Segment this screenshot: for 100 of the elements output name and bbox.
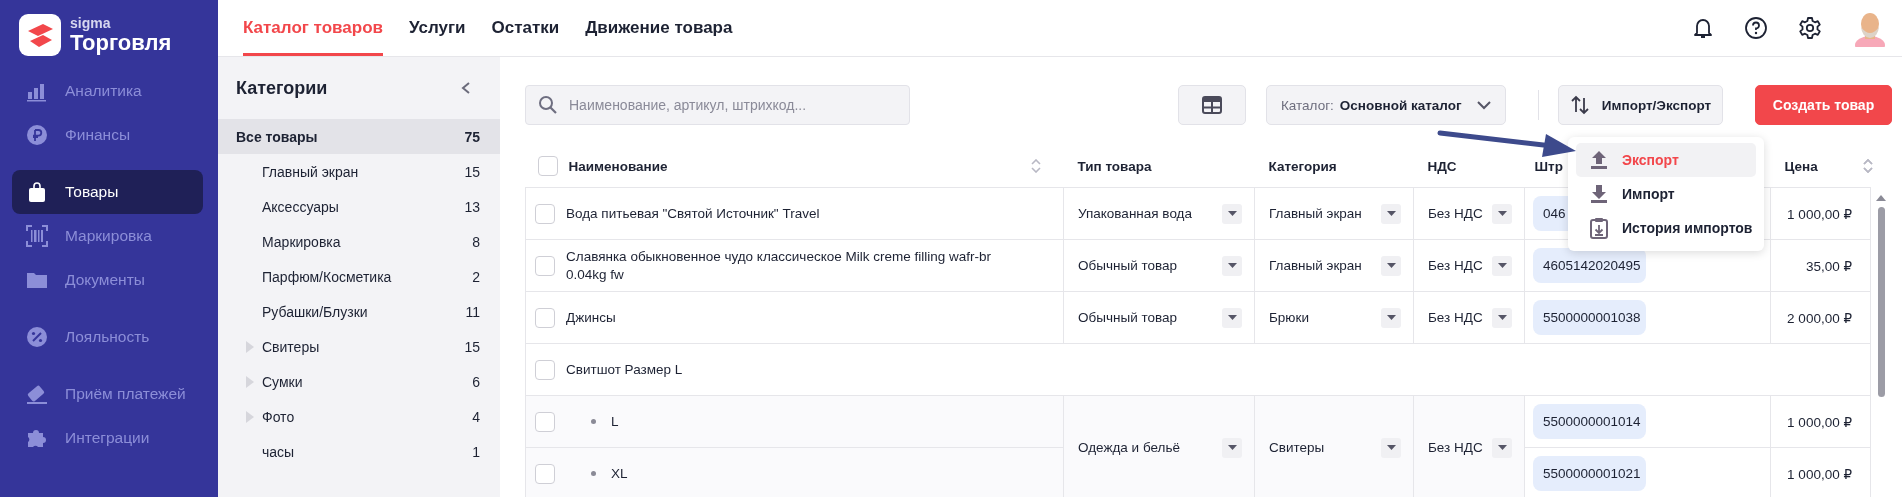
category-label: часы <box>262 443 295 460</box>
caret-icon <box>1227 263 1237 268</box>
tab[interactable]: Движение товара <box>585 0 733 56</box>
tab[interactable]: Услуги <box>408 0 466 56</box>
product-type: Обычный товар <box>1078 310 1177 325</box>
price: 35,00 ₽ <box>1805 258 1852 274</box>
product-type: Обычный товар <box>1078 258 1177 273</box>
caret-icon <box>1227 315 1237 320</box>
category-count: 1 <box>472 443 480 460</box>
dropdown-button[interactable] <box>1381 437 1401 458</box>
dropdown-button[interactable] <box>1222 203 1242 224</box>
column-header[interactable]: Цена <box>1770 145 1871 188</box>
tab[interactable]: Остатки <box>491 0 560 56</box>
category-value: Брюки <box>1269 310 1309 325</box>
catalog-dropdown[interactable]: Каталог: Основной каталог <box>1266 85 1506 125</box>
category-label: Сумки <box>262 373 303 390</box>
dropdown-button[interactable] <box>1381 203 1401 224</box>
category-item[interactable]: Рубашки/Блузки 11 <box>218 294 500 329</box>
category-count: 13 <box>464 198 480 215</box>
dropdown-button[interactable] <box>1222 255 1242 276</box>
category-item[interactable]: Фото 4 <box>218 399 500 434</box>
product-name[interactable]: Вода питьевая "Святой Источник" Travel <box>566 204 820 223</box>
category-item[interactable]: Сумки 6 <box>218 364 500 399</box>
checkbox[interactable] <box>535 203 555 224</box>
column-header[interactable]: НДС <box>1413 145 1525 188</box>
product-name[interactable]: XL <box>611 464 628 483</box>
import-export-button[interactable]: Импорт/Экспорт <box>1558 85 1723 125</box>
caret-icon <box>1497 211 1507 216</box>
dropdown-button[interactable] <box>1492 437 1512 458</box>
category-item[interactable]: Маркировка 8 <box>218 224 500 259</box>
clipboard-icon <box>1588 217 1610 239</box>
chevron-down-icon <box>1477 100 1491 110</box>
category-count: 15 <box>464 163 480 180</box>
collapse-icon[interactable] <box>460 81 472 95</box>
dropdown-button[interactable] <box>1492 203 1512 224</box>
product-name[interactable]: L <box>611 412 619 431</box>
table-view-icon <box>1202 96 1222 114</box>
category-item[interactable]: Главный экран 15 <box>218 154 500 189</box>
price: 1 000,00 ₽ <box>1787 206 1852 222</box>
help-icon[interactable] <box>1744 16 1768 40</box>
product-type: Одежда и бельё <box>1078 440 1180 455</box>
checkbox[interactable] <box>535 463 555 484</box>
category-count: 11 <box>465 303 480 320</box>
checkbox[interactable] <box>535 359 555 380</box>
column-header[interactable]: Наименование <box>568 158 1041 174</box>
scroll-up-icon[interactable] <box>1876 195 1886 201</box>
category-count: 15 <box>464 338 480 355</box>
vat-value: Без НДС <box>1428 310 1483 325</box>
dropdown-button[interactable] <box>1492 307 1512 328</box>
checkbox[interactable] <box>537 156 558 176</box>
dropdown-button[interactable] <box>1222 437 1242 458</box>
category-label: Аксессуары <box>262 198 339 215</box>
brand-name: Торговля <box>70 31 172 54</box>
dropdown-button[interactable] <box>1381 255 1401 276</box>
category-item[interactable]: Свитеры 15 <box>218 329 500 364</box>
category-label: Парфюм/Косметика <box>262 268 392 285</box>
category-label: Маркировка <box>262 233 341 250</box>
swap-icon <box>1569 95 1590 115</box>
upload-icon <box>1588 149 1610 171</box>
logo-icon <box>19 13 61 56</box>
dropdown-button[interactable] <box>1222 307 1242 328</box>
category-item[interactable]: Аксессуары 13 <box>218 189 500 224</box>
barcode-tag: 5500000001014 <box>1533 404 1646 439</box>
category-label: Рубашки/Блузки <box>262 303 368 320</box>
panel-title: Категории <box>236 77 328 99</box>
settings-icon[interactable] <box>1798 16 1822 40</box>
vat-value: Без НДС <box>1428 440 1483 455</box>
notifications-icon[interactable] <box>1692 16 1714 40</box>
caret-icon <box>1386 445 1396 450</box>
checkbox[interactable] <box>535 411 555 432</box>
dropdown-button[interactable] <box>1381 307 1401 328</box>
price: 1 000,00 ₽ <box>1787 466 1852 482</box>
search-field[interactable]: Наименование, артикул, штрихкод... <box>525 85 910 125</box>
caret-icon <box>1227 211 1237 216</box>
category-label: Главный экран <box>262 163 359 180</box>
column-header[interactable]: Тип товара <box>1063 145 1255 188</box>
caret-icon <box>1497 445 1507 450</box>
category-label: Все товары <box>236 128 318 145</box>
caret-icon <box>1497 315 1507 320</box>
product-name[interactable]: Джинсы <box>566 308 616 327</box>
category-item[interactable]: Все товары 75 <box>218 119 500 154</box>
create-button[interactable]: Создать товар <box>1755 85 1892 125</box>
barcode-tag: 5500000001021 <box>1533 456 1646 491</box>
category-value: Главный экран <box>1269 206 1362 221</box>
bullet-icon <box>591 471 596 476</box>
vat-value: Без НДС <box>1428 206 1483 221</box>
caret-icon <box>1497 263 1507 268</box>
coin-icon <box>26 124 48 146</box>
view-button[interactable] <box>1178 85 1246 125</box>
product-name[interactable]: Свитшот Размер L <box>566 360 683 379</box>
column-header[interactable]: Категория <box>1254 145 1414 188</box>
nav-item[interactable]: Товары <box>12 170 203 214</box>
checkbox[interactable] <box>535 307 555 328</box>
scrollbar-thumb[interactable] <box>1877 207 1885 397</box>
caret-icon <box>1227 445 1237 450</box>
barcode-tag: 4605142020495 <box>1533 248 1646 283</box>
checkbox[interactable] <box>535 255 555 276</box>
dropdown-button[interactable] <box>1492 255 1512 276</box>
category-item[interactable]: часы 1 <box>218 434 500 469</box>
category-item[interactable]: Парфюм/Косметика 2 <box>218 259 500 294</box>
